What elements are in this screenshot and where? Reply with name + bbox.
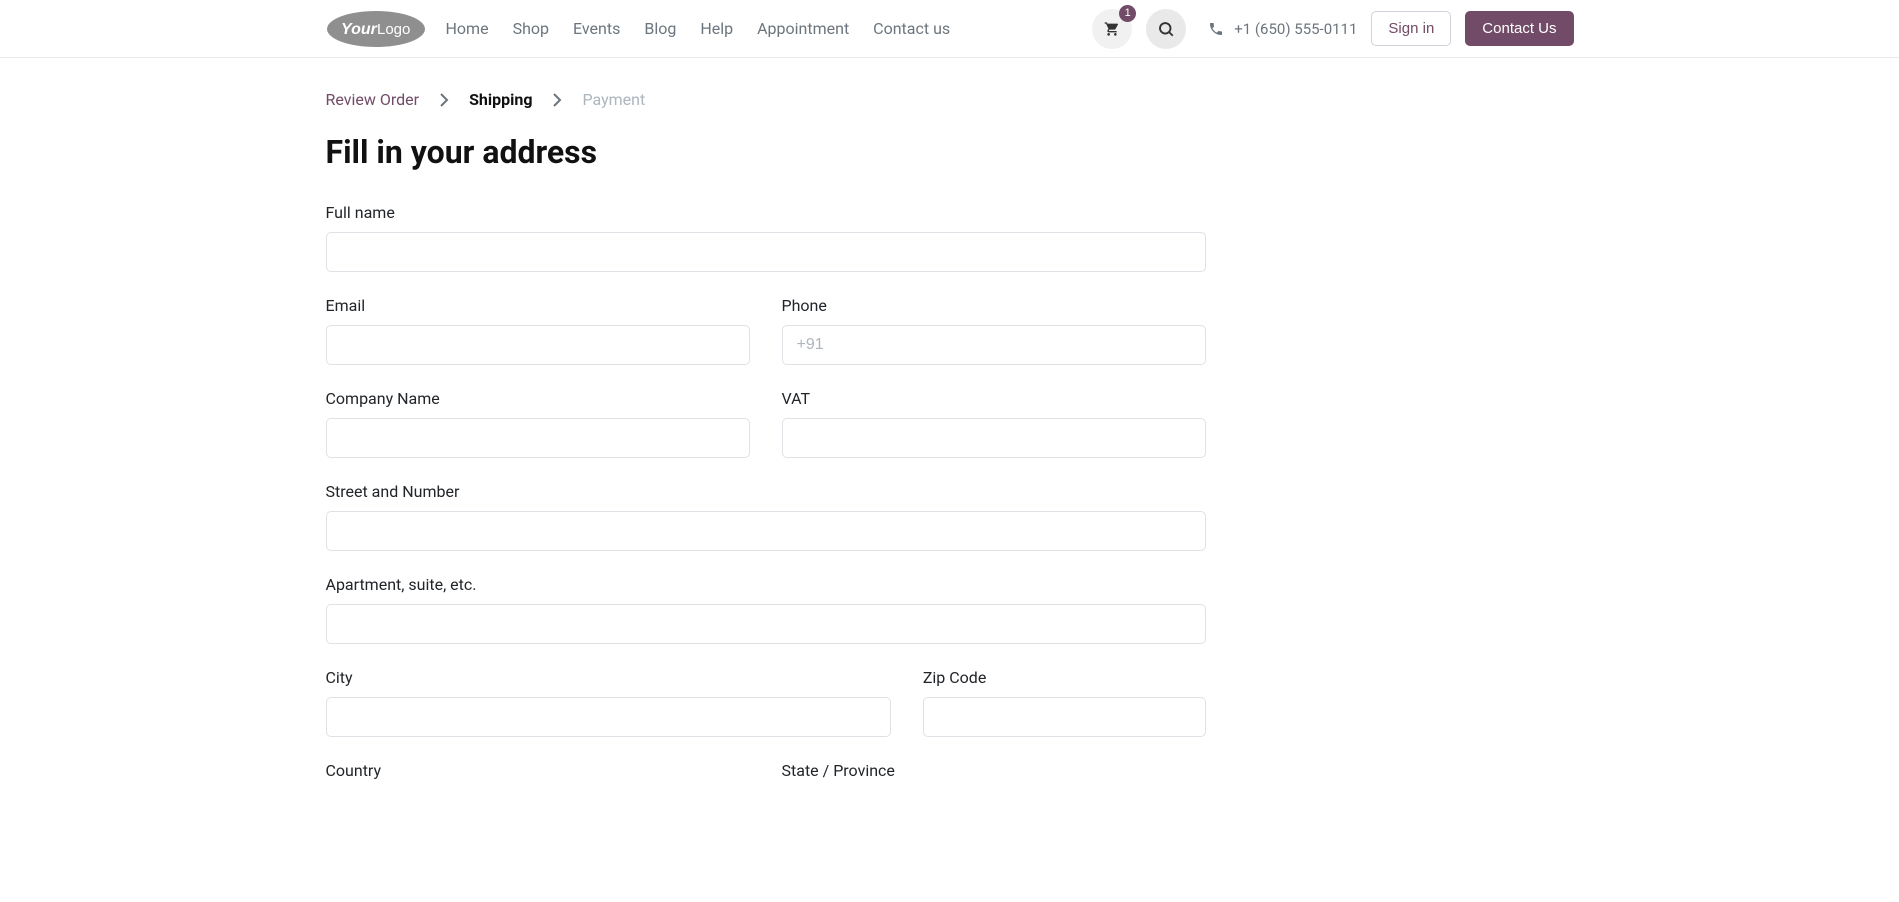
form-group-fullname: Full name xyxy=(326,203,1206,272)
form-group-city: City xyxy=(326,668,891,737)
apartment-label: Apartment, suite, etc. xyxy=(326,575,1206,594)
breadcrumb-shipping: Shipping xyxy=(469,90,532,109)
logo[interactable]: Your Logo xyxy=(326,10,426,48)
form-group-company: Company Name xyxy=(326,389,750,458)
form-group-phone: Phone xyxy=(782,296,1206,365)
state-label: State / Province xyxy=(782,761,1206,780)
svg-text:Logo: Logo xyxy=(377,21,410,38)
form-group-street: Street and Number xyxy=(326,482,1206,551)
city-input[interactable] xyxy=(326,697,891,737)
address-form: Full name Email Phone Company Name xyxy=(326,203,1206,780)
nav-contact[interactable]: Contact us xyxy=(873,19,950,38)
form-group-country: Country xyxy=(326,761,750,780)
nav-home[interactable]: Home xyxy=(446,19,489,38)
street-label: Street and Number xyxy=(326,482,1206,501)
nav-events[interactable]: Events xyxy=(573,19,620,38)
fullname-input[interactable] xyxy=(326,232,1206,272)
search-icon xyxy=(1157,20,1175,38)
cart-badge: 1 xyxy=(1119,5,1136,22)
breadcrumb-review[interactable]: Review Order xyxy=(326,90,420,109)
nav-blog[interactable]: Blog xyxy=(644,19,676,38)
contact-us-button[interactable]: Contact Us xyxy=(1465,11,1573,46)
header: Your Logo Home Shop Events Blog Help App… xyxy=(0,0,1899,58)
phone-input[interactable] xyxy=(782,325,1206,365)
form-group-email: Email xyxy=(326,296,750,365)
street-input[interactable] xyxy=(326,511,1206,551)
logo-image: Your Logo xyxy=(326,10,426,48)
phone-icon xyxy=(1208,21,1224,37)
email-input[interactable] xyxy=(326,325,750,365)
vat-label: VAT xyxy=(782,389,1206,408)
svg-text:Your: Your xyxy=(341,21,378,38)
form-group-state: State / Province xyxy=(782,761,1206,780)
zip-label: Zip Code xyxy=(923,668,1206,687)
content: Review Order Shipping Payment Fill in yo… xyxy=(230,58,1670,780)
email-label: Email xyxy=(326,296,750,315)
main-nav: Home Shop Events Blog Help Appointment C… xyxy=(446,19,951,38)
zip-input[interactable] xyxy=(923,697,1206,737)
phone-label: Phone xyxy=(782,296,1206,315)
page-title: Fill in your address xyxy=(326,133,1206,171)
apartment-input[interactable] xyxy=(326,604,1206,644)
vat-input[interactable] xyxy=(782,418,1206,458)
cart-icon xyxy=(1104,21,1120,37)
form-group-vat: VAT xyxy=(782,389,1206,458)
nav-help[interactable]: Help xyxy=(700,19,733,38)
fullname-label: Full name xyxy=(326,203,1206,222)
form-group-zip: Zip Code xyxy=(923,668,1206,737)
phone-number: +1 (650) 555-0111 xyxy=(1234,20,1357,38)
country-label: Country xyxy=(326,761,750,780)
form-group-apartment: Apartment, suite, etc. xyxy=(326,575,1206,644)
breadcrumb-payment: Payment xyxy=(582,90,645,109)
company-input[interactable] xyxy=(326,418,750,458)
city-label: City xyxy=(326,668,891,687)
phone-section: +1 (650) 555-0111 xyxy=(1208,20,1357,38)
search-button[interactable] xyxy=(1146,9,1186,49)
header-right: 1 +1 (650) 555-0111 Sign in Contact Us xyxy=(1092,9,1573,49)
cart-button[interactable]: 1 xyxy=(1092,9,1132,49)
nav-appointment[interactable]: Appointment xyxy=(757,19,849,38)
breadcrumb: Review Order Shipping Payment xyxy=(326,58,1206,133)
chevron-right-icon xyxy=(439,93,449,107)
chevron-right-icon xyxy=(552,93,562,107)
nav-shop[interactable]: Shop xyxy=(513,19,549,38)
signin-button[interactable]: Sign in xyxy=(1371,11,1451,46)
company-label: Company Name xyxy=(326,389,750,408)
